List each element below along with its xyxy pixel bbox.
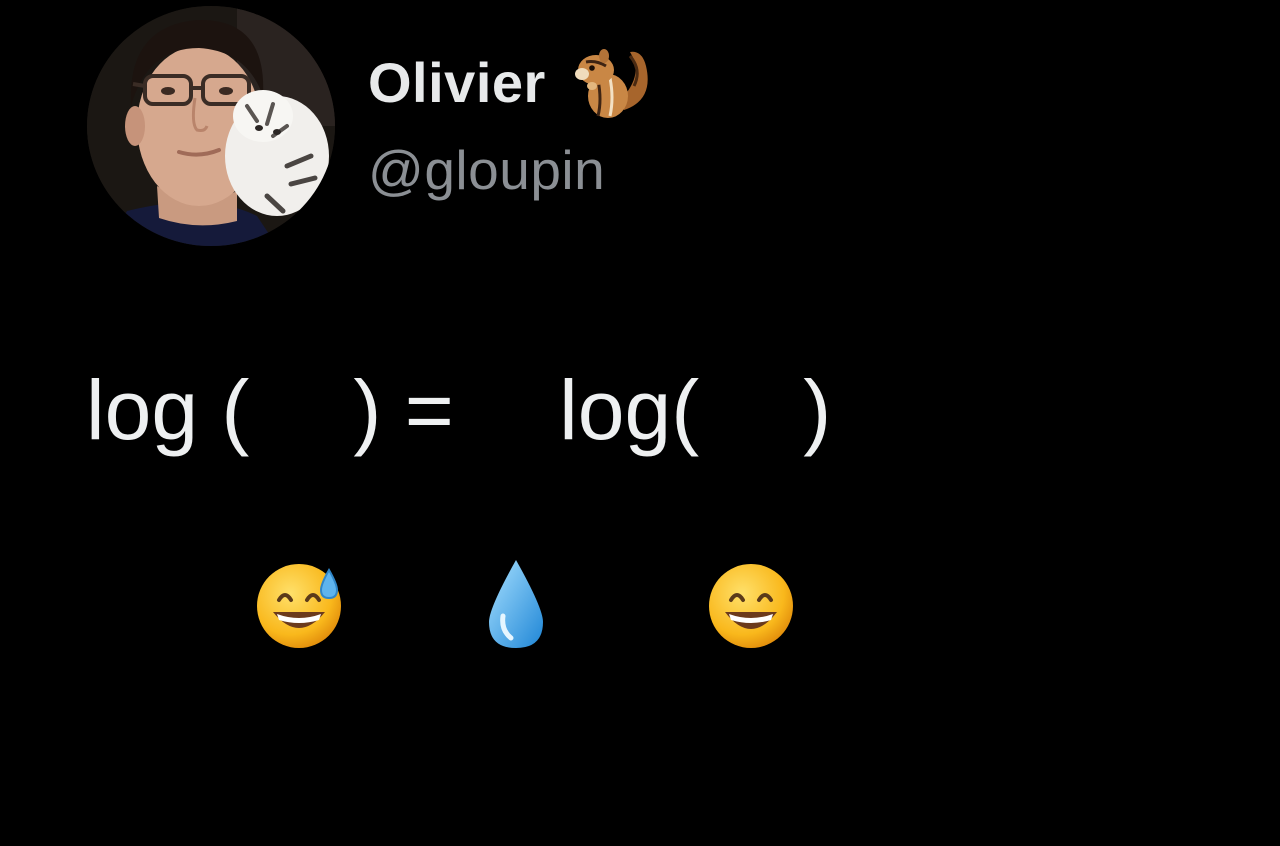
avatar[interactable] bbox=[87, 6, 335, 246]
tweet-text-part: log ( bbox=[86, 362, 250, 457]
tweet-text-part: log( bbox=[559, 362, 700, 457]
tweet-text: log ( ) = log() bbox=[86, 355, 832, 648]
tweet: Olivier @gloupin log () = log() bbox=[0, 0, 1280, 648]
grinning-face-with-sweat-icon bbox=[253, 362, 349, 648]
display-name[interactable]: Olivier bbox=[368, 50, 546, 115]
tweet-text-part: ) bbox=[803, 362, 832, 457]
author-name-row[interactable]: Olivier bbox=[368, 40, 652, 124]
beaming-face-icon bbox=[703, 362, 799, 648]
chipmunk-icon bbox=[568, 40, 652, 124]
droplet-icon bbox=[483, 362, 549, 648]
tweet-text-part: ) = bbox=[353, 362, 478, 457]
author-handle[interactable]: @gloupin bbox=[368, 138, 605, 202]
